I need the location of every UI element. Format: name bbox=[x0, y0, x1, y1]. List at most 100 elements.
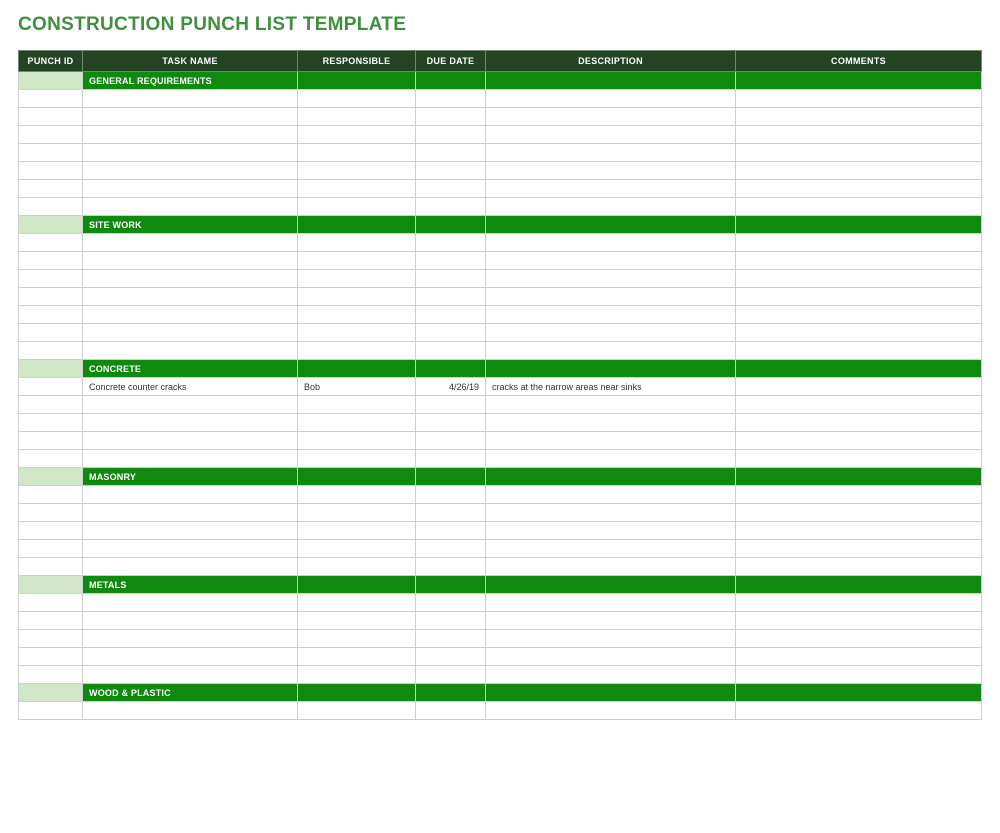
cell-desc[interactable] bbox=[486, 666, 736, 684]
cell-responsible[interactable] bbox=[298, 162, 416, 180]
cell-responsible[interactable] bbox=[298, 270, 416, 288]
cell-task[interactable] bbox=[83, 90, 298, 108]
section-blank-cell[interactable] bbox=[19, 468, 83, 486]
cell-task[interactable] bbox=[83, 558, 298, 576]
cell-responsible[interactable] bbox=[298, 306, 416, 324]
cell-due[interactable] bbox=[416, 252, 486, 270]
cell-desc[interactable] bbox=[486, 90, 736, 108]
cell-task[interactable] bbox=[83, 198, 298, 216]
cell-due[interactable] bbox=[416, 306, 486, 324]
cell-punch_id[interactable] bbox=[19, 540, 83, 558]
cell-task[interactable] bbox=[83, 594, 298, 612]
cell-due[interactable] bbox=[416, 414, 486, 432]
cell-responsible[interactable] bbox=[298, 90, 416, 108]
cell-due[interactable] bbox=[416, 666, 486, 684]
cell-task[interactable] bbox=[83, 144, 298, 162]
cell-responsible[interactable] bbox=[298, 630, 416, 648]
cell-punch_id[interactable] bbox=[19, 288, 83, 306]
cell-desc[interactable] bbox=[486, 702, 736, 720]
cell-task[interactable] bbox=[83, 648, 298, 666]
cell-due[interactable] bbox=[416, 504, 486, 522]
cell-punch_id[interactable] bbox=[19, 378, 83, 396]
cell-punch_id[interactable] bbox=[19, 432, 83, 450]
cell-punch_id[interactable] bbox=[19, 324, 83, 342]
cell-due[interactable] bbox=[416, 180, 486, 198]
cell-task[interactable] bbox=[83, 180, 298, 198]
cell-task[interactable] bbox=[83, 450, 298, 468]
cell-punch_id[interactable] bbox=[19, 162, 83, 180]
cell-due[interactable] bbox=[416, 612, 486, 630]
cell-desc[interactable] bbox=[486, 486, 736, 504]
cell-responsible[interactable] bbox=[298, 144, 416, 162]
cell-comments[interactable] bbox=[736, 144, 982, 162]
cell-desc[interactable] bbox=[486, 414, 736, 432]
cell-desc[interactable] bbox=[486, 648, 736, 666]
cell-comments[interactable] bbox=[736, 612, 982, 630]
cell-punch_id[interactable] bbox=[19, 252, 83, 270]
cell-punch_id[interactable] bbox=[19, 108, 83, 126]
cell-responsible[interactable] bbox=[298, 450, 416, 468]
cell-comments[interactable] bbox=[736, 450, 982, 468]
cell-task[interactable] bbox=[83, 612, 298, 630]
cell-responsible[interactable] bbox=[298, 252, 416, 270]
cell-comments[interactable] bbox=[736, 414, 982, 432]
cell-desc[interactable] bbox=[486, 432, 736, 450]
cell-punch_id[interactable] bbox=[19, 342, 83, 360]
cell-desc[interactable] bbox=[486, 234, 736, 252]
cell-comments[interactable] bbox=[736, 306, 982, 324]
cell-desc[interactable] bbox=[486, 144, 736, 162]
cell-responsible[interactable] bbox=[298, 198, 416, 216]
cell-punch_id[interactable] bbox=[19, 234, 83, 252]
cell-due[interactable] bbox=[416, 126, 486, 144]
cell-due[interactable] bbox=[416, 162, 486, 180]
cell-responsible[interactable]: Bob bbox=[298, 378, 416, 396]
cell-desc[interactable] bbox=[486, 252, 736, 270]
cell-task[interactable] bbox=[83, 306, 298, 324]
cell-punch_id[interactable] bbox=[19, 144, 83, 162]
cell-comments[interactable] bbox=[736, 378, 982, 396]
cell-task[interactable] bbox=[83, 432, 298, 450]
cell-desc[interactable] bbox=[486, 630, 736, 648]
cell-desc[interactable]: cracks at the narrow areas near sinks bbox=[486, 378, 736, 396]
cell-desc[interactable] bbox=[486, 522, 736, 540]
cell-responsible[interactable] bbox=[298, 522, 416, 540]
cell-punch_id[interactable] bbox=[19, 666, 83, 684]
cell-desc[interactable] bbox=[486, 558, 736, 576]
cell-task[interactable]: Concrete counter cracks bbox=[83, 378, 298, 396]
section-blank-cell[interactable] bbox=[19, 576, 83, 594]
cell-desc[interactable] bbox=[486, 306, 736, 324]
cell-desc[interactable] bbox=[486, 450, 736, 468]
cell-task[interactable] bbox=[83, 324, 298, 342]
section-blank-cell[interactable] bbox=[19, 72, 83, 90]
cell-punch_id[interactable] bbox=[19, 486, 83, 504]
cell-due[interactable] bbox=[416, 342, 486, 360]
cell-due[interactable] bbox=[416, 396, 486, 414]
cell-comments[interactable] bbox=[736, 558, 982, 576]
cell-responsible[interactable] bbox=[298, 648, 416, 666]
cell-comments[interactable] bbox=[736, 702, 982, 720]
cell-task[interactable] bbox=[83, 396, 298, 414]
cell-punch_id[interactable] bbox=[19, 126, 83, 144]
cell-due[interactable] bbox=[416, 558, 486, 576]
cell-punch_id[interactable] bbox=[19, 90, 83, 108]
cell-comments[interactable] bbox=[736, 288, 982, 306]
cell-comments[interactable] bbox=[736, 522, 982, 540]
cell-task[interactable] bbox=[83, 126, 298, 144]
cell-responsible[interactable] bbox=[298, 486, 416, 504]
cell-desc[interactable] bbox=[486, 396, 736, 414]
cell-responsible[interactable] bbox=[298, 612, 416, 630]
cell-desc[interactable] bbox=[486, 540, 736, 558]
cell-task[interactable] bbox=[83, 414, 298, 432]
cell-responsible[interactable] bbox=[298, 540, 416, 558]
cell-due[interactable]: 4/26/19 bbox=[416, 378, 486, 396]
cell-task[interactable] bbox=[83, 234, 298, 252]
cell-due[interactable] bbox=[416, 630, 486, 648]
cell-comments[interactable] bbox=[736, 648, 982, 666]
cell-due[interactable] bbox=[416, 234, 486, 252]
cell-punch_id[interactable] bbox=[19, 630, 83, 648]
cell-comments[interactable] bbox=[736, 198, 982, 216]
cell-desc[interactable] bbox=[486, 612, 736, 630]
section-blank-cell[interactable] bbox=[19, 216, 83, 234]
cell-punch_id[interactable] bbox=[19, 702, 83, 720]
cell-punch_id[interactable] bbox=[19, 594, 83, 612]
